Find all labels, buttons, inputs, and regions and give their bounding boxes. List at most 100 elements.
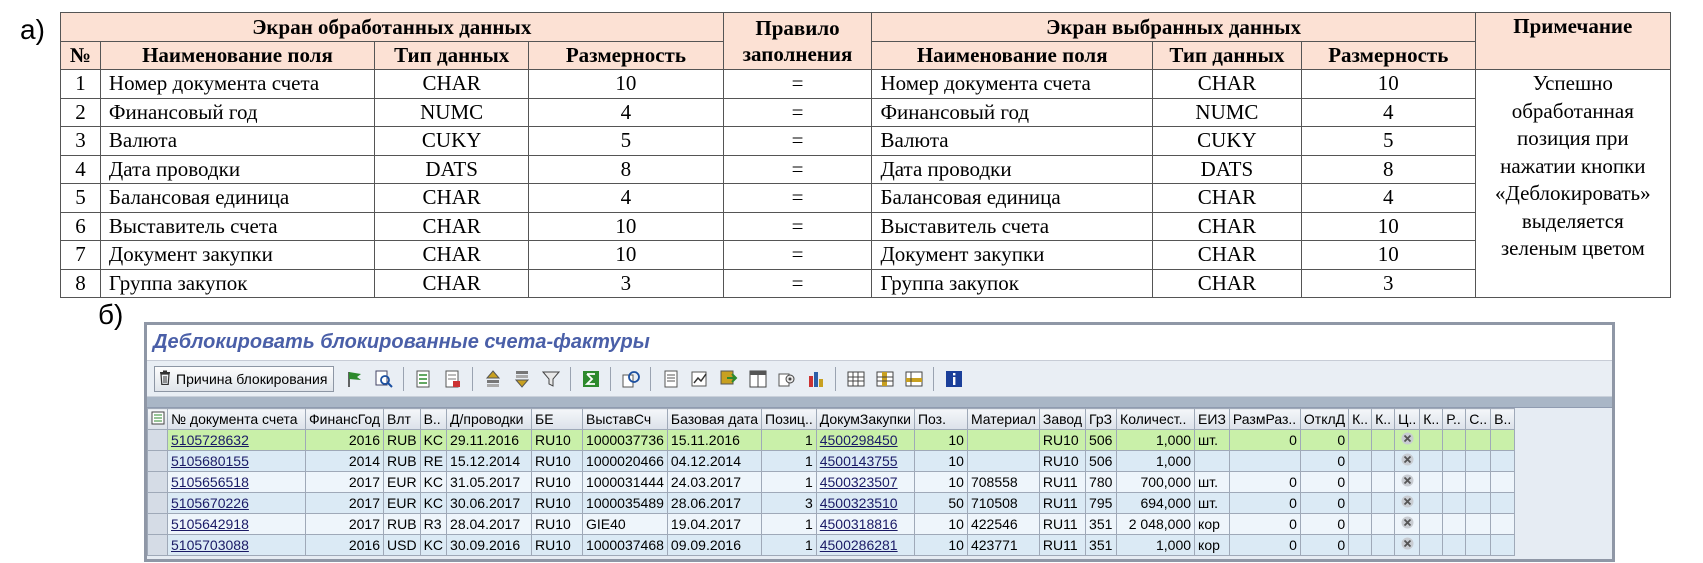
note-line: Успешно: [1532, 71, 1613, 95]
invoice-number-link[interactable]: 5105728632: [167, 429, 306, 451]
row-selector[interactable]: [147, 513, 168, 535]
column-header[interactable]: ОтклД: [1299, 408, 1350, 430]
filter-icon[interactable]: [538, 366, 563, 391]
grid-cell: [1490, 513, 1516, 535]
note-header: Примечание: [1474, 12, 1672, 70]
invoice-number-link[interactable]: 5105670226: [167, 492, 306, 514]
data-type-selected: CHAR: [1151, 211, 1302, 241]
column-header[interactable]: С..: [1465, 408, 1492, 430]
row-selector[interactable]: [147, 450, 168, 472]
column-header[interactable]: К..: [1348, 408, 1373, 430]
abc-analysis-icon[interactable]: [803, 366, 828, 391]
table-row[interactable]: 5105642918 2017 RUB R3 28.04.2017 RU10 GIE40 19…: [147, 513, 1516, 535]
fill-rule: =: [722, 69, 873, 99]
details-icon[interactable]: [411, 366, 436, 391]
grid-cell: 28.04.2017: [446, 513, 533, 535]
table-row[interactable]: 5105680155 2014 RUB RE 15.12.2014 RU10 1000020…: [147, 450, 1516, 472]
grid-cell: RU10: [531, 450, 584, 472]
sum-icon[interactable]: [578, 366, 603, 391]
table-row[interactable]: 5105670226 2017 EUR KC 30.06.2017 RU10 1000035…: [147, 492, 1516, 514]
column-header[interactable]: Количест..: [1116, 408, 1196, 430]
column-header[interactable]: ГрЗ: [1085, 408, 1118, 430]
column-header[interactable]: ЕИЗ: [1194, 408, 1230, 430]
block-reason-button[interactable]: Причина блокирования: [154, 365, 335, 392]
find-icon[interactable]: [371, 366, 396, 391]
info-icon[interactable]: [941, 366, 966, 391]
trash-icon: [159, 370, 171, 388]
purchase-doc-link[interactable]: 4500143755: [815, 450, 915, 472]
sort-descending-icon[interactable]: [509, 366, 534, 391]
select-columns-icon[interactable]: [872, 366, 897, 391]
column-header[interactable]: Позиц..: [761, 408, 817, 430]
grid-cell: 15.11.2016: [666, 429, 763, 451]
grid-cell: 2016: [304, 429, 385, 451]
col-size-r-header: Размерность: [1300, 40, 1476, 70]
grid-cell: 3: [761, 492, 817, 514]
chart-icon[interactable]: [687, 366, 712, 391]
invoice-number-link[interactable]: 5105703088: [167, 534, 306, 556]
grid-cell: 694,000: [1116, 492, 1196, 514]
sort-ascending-icon[interactable]: [480, 366, 505, 391]
purchase-doc-link[interactable]: 4500323510: [815, 492, 915, 514]
document-icon[interactable]: [440, 366, 465, 391]
variant-icon[interactable]: [774, 366, 799, 391]
column-header[interactable]: Д/проводки: [446, 408, 533, 430]
export-icon[interactable]: [716, 366, 741, 391]
grid-cell: 1000037736: [582, 429, 668, 451]
print-preview-icon[interactable]: [658, 366, 683, 391]
grid-cell: 0: [1228, 429, 1301, 451]
grid-view-icon[interactable]: [843, 366, 868, 391]
grid-cell: [1371, 513, 1396, 535]
grid-cell: 29.11.2016: [446, 429, 533, 451]
size-value: 10: [528, 211, 724, 241]
data-type-selected: CHAR: [1151, 240, 1302, 270]
purchase-doc-link[interactable]: 4500298450: [815, 429, 915, 451]
grid-cell: 506: [1085, 450, 1118, 472]
column-header[interactable]: ДокумЗакупки: [815, 408, 915, 430]
purchase-doc-link[interactable]: 4500318816: [815, 513, 915, 535]
data-type: CHAR: [373, 183, 530, 213]
column-header[interactable]: Поз.: [913, 408, 968, 430]
grid-cell: 0: [1228, 492, 1301, 514]
table-row[interactable]: 5105703088 2016 USD KC 30.09.2016 RU10 1000037…: [147, 534, 1516, 556]
field-name: Номер документа счета: [99, 69, 376, 99]
purchase-doc-link[interactable]: 4500323507: [815, 471, 915, 493]
column-header[interactable]: Влт: [383, 408, 421, 430]
column-header[interactable]: В..: [419, 408, 448, 430]
purchase-doc-link[interactable]: 4500286281: [815, 534, 915, 556]
row-selector[interactable]: [147, 429, 168, 451]
column-header[interactable]: ФинансГод: [304, 408, 385, 430]
size-value-selected: 10: [1300, 240, 1476, 270]
size-value-selected: 10: [1300, 211, 1476, 241]
column-header[interactable]: № документа счета: [167, 408, 306, 430]
note-line: зеленым цветом: [1500, 236, 1645, 260]
flag-icon[interactable]: [342, 366, 367, 391]
subtotals-icon[interactable]: [901, 366, 926, 391]
column-header[interactable]: Завод: [1038, 408, 1087, 430]
column-header[interactable]: В..: [1490, 408, 1516, 430]
layout-icon[interactable]: [745, 366, 770, 391]
column-header[interactable]: К..: [1419, 408, 1444, 430]
column-header[interactable]: К..: [1371, 408, 1396, 430]
grid-cell: 0: [1299, 450, 1350, 472]
grid-cell: KC: [419, 471, 448, 493]
column-header[interactable]: ВыставСч: [582, 408, 668, 430]
table-row[interactable]: 5105656518 2017 EUR KC 31.05.2017 RU10 1000031…: [147, 471, 1516, 493]
invoice-number-link[interactable]: 5105656518: [167, 471, 306, 493]
invoice-number-link[interactable]: 5105680155: [167, 450, 306, 472]
row-selector[interactable]: [147, 534, 168, 556]
column-header[interactable]: РазмРаз..: [1228, 408, 1301, 430]
column-header[interactable]: Материал: [966, 408, 1040, 430]
column-header[interactable]: Ц..: [1394, 408, 1421, 430]
row-selector[interactable]: [147, 471, 168, 493]
select-all-cell[interactable]: [147, 408, 168, 430]
column-header[interactable]: Р..: [1442, 408, 1467, 430]
row-selector[interactable]: [147, 492, 168, 514]
column-header[interactable]: БЕ: [531, 408, 584, 430]
table-row[interactable]: 5105728632 2016 RUB KC 29.11.2016 RU10 1000037…: [147, 429, 1516, 451]
refresh-icon[interactable]: [618, 366, 643, 391]
column-header[interactable]: Базовая дата: [666, 408, 763, 430]
size-value: 4: [528, 97, 724, 127]
grid-cell: 2016: [304, 534, 385, 556]
invoice-number-link[interactable]: 5105642918: [167, 513, 306, 535]
